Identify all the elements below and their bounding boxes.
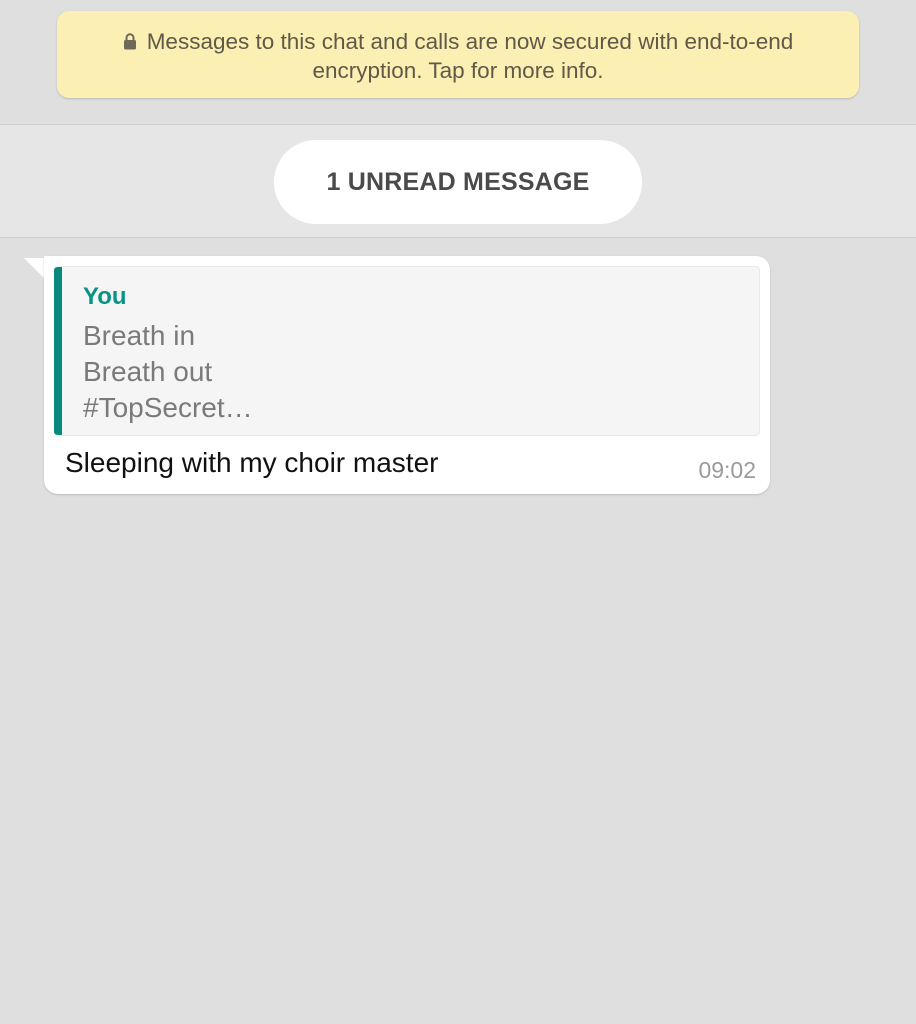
quoted-author: You: [83, 283, 127, 310]
unread-count-label: 1 UNREAD MESSAGE: [274, 140, 642, 224]
quoted-line: Breath in: [83, 320, 196, 351]
message-text: Sleeping with my choir master: [65, 447, 439, 478]
chat-area: Messages to this chat and calls are now …: [0, 0, 916, 1024]
encryption-notice-text: Messages to this chat and calls are now …: [146, 29, 794, 83]
message-bubble[interactable]: You Breath in Breath out #TopSecret… Sle…: [44, 256, 770, 494]
quoted-line: Breath out: [83, 356, 213, 387]
quote-accent-bar: [54, 267, 62, 435]
message-timestamp: 09:02: [698, 457, 756, 483]
unread-divider: 1 UNREAD MESSAGE: [0, 124, 916, 238]
lock-icon: [123, 33, 136, 50]
quoted-line: #TopSecret…: [83, 392, 253, 423]
quoted-message[interactable]: You Breath in Breath out #TopSecret…: [54, 266, 760, 436]
encryption-notice[interactable]: Messages to this chat and calls are now …: [57, 11, 859, 98]
